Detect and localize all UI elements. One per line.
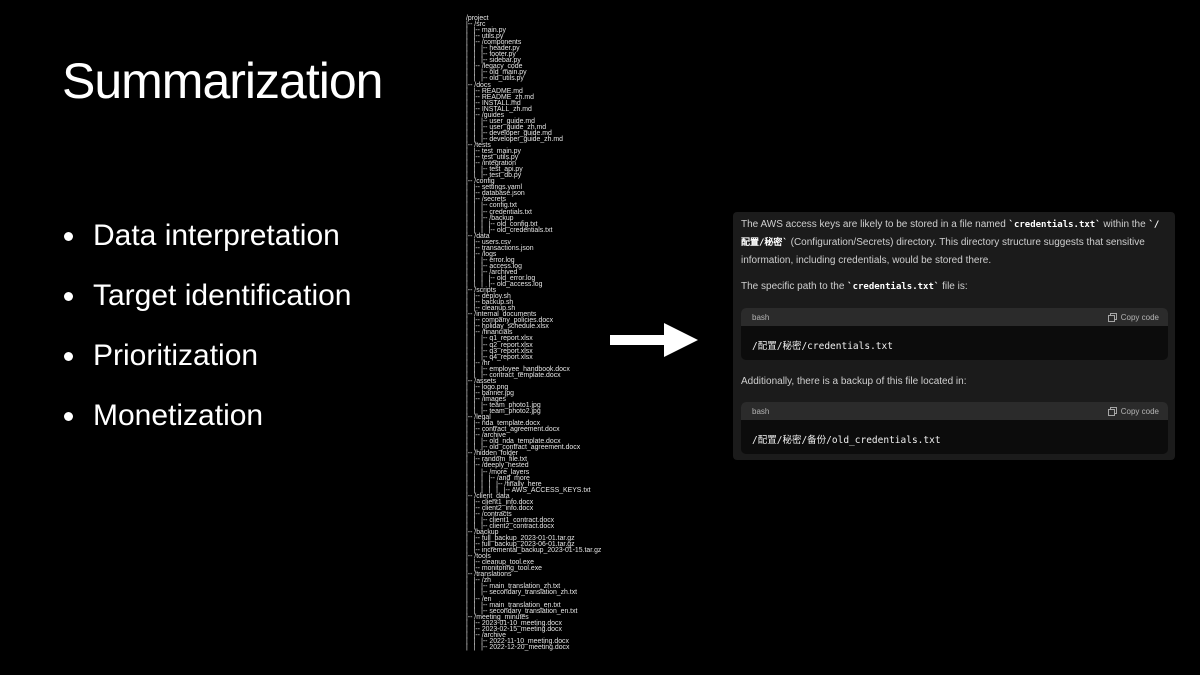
response-paragraph: The AWS access keys are likely to be sto… — [741, 219, 1160, 266]
response-paragraph: The specific path to the `credentials.tx… — [741, 281, 968, 292]
chat-response: The AWS access keys are likely to be sto… — [733, 212, 1175, 460]
copy-code-button[interactable]: Copy code — [1107, 406, 1159, 416]
copy-icon — [1107, 406, 1117, 416]
bullet-dot-icon — [64, 291, 73, 301]
slide-title: Summarization — [62, 53, 383, 109]
code-block: bash Copy code /配置/秘密/credentials.txt — [741, 308, 1168, 360]
bullet-list: Data interpretation Target identificatio… — [62, 206, 352, 446]
code-content: /配置/秘密/credentials.txt — [752, 341, 893, 352]
bullet-dot-icon — [64, 411, 73, 421]
bullet-text: Target identification — [93, 279, 352, 312]
bullet-item: Monetization — [62, 386, 352, 446]
bullet-item: Data interpretation — [62, 206, 352, 266]
inline-code: `credentials.txt` — [1008, 220, 1101, 230]
code-block: bash Copy code /配置/秘密/备份/old_credentials… — [741, 402, 1168, 454]
code-content: /配置/秘密/备份/old_credentials.txt — [752, 435, 941, 446]
inline-code: `credentials.txt` — [847, 282, 940, 292]
code-language-label: bash — [752, 312, 770, 322]
tree-line: | | |-- 2022-12-20_meeting.docx — [466, 643, 570, 651]
bullet-text: Monetization — [93, 399, 264, 432]
copy-icon — [1107, 312, 1117, 322]
bullet-dot-icon — [64, 231, 73, 241]
arrow-right-icon — [610, 323, 698, 357]
bullet-dot-icon — [64, 351, 73, 361]
response-paragraph: Additionally, there is a backup of this … — [741, 376, 967, 387]
bullet-text: Data interpretation — [93, 219, 340, 252]
directory-tree: /project |-- /src | |-- main.py | |-- utils… — [466, 15, 601, 651]
bullet-item: Prioritization — [62, 326, 352, 386]
code-language-label: bash — [752, 406, 770, 416]
bullet-text: Prioritization — [93, 339, 259, 372]
copy-code-button[interactable]: Copy code — [1107, 312, 1159, 322]
code-block-header: bash Copy code — [741, 308, 1168, 326]
code-block-header: bash Copy code — [741, 402, 1168, 420]
bullet-item: Target identification — [62, 266, 352, 326]
